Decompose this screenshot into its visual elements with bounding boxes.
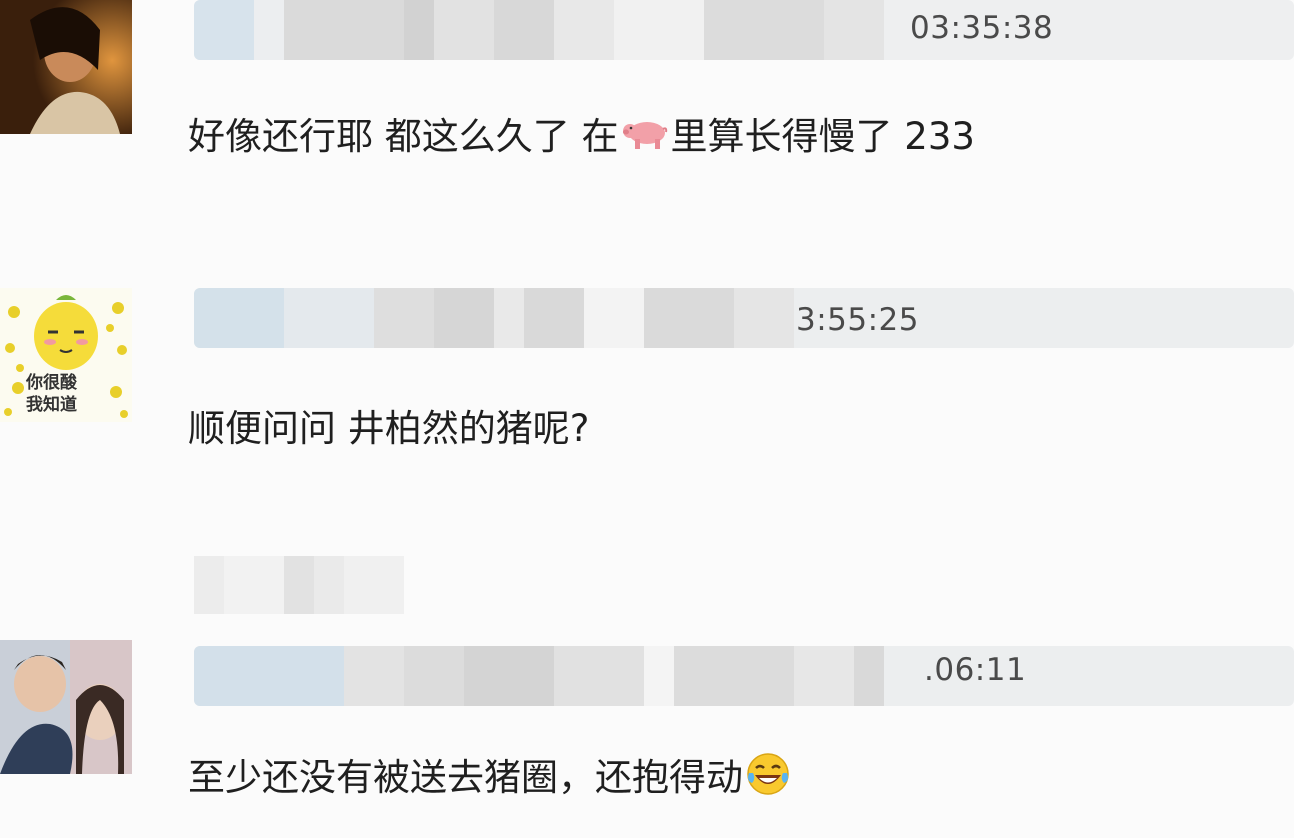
avatar-photo xyxy=(0,0,132,134)
comment-item: 03:35:38 好像还行耶 都这么久了 在 里算长得慢了 233 xyxy=(0,0,1294,200)
comment-text-part: 里算长得慢了 233 xyxy=(670,115,975,158)
avatar[interactable] xyxy=(0,640,132,774)
comment-timestamp: 3:55:25 xyxy=(796,302,920,338)
comment-text: 顺便问问 井柏然的猪呢? xyxy=(188,407,590,450)
blurred-username-bar xyxy=(194,0,1294,60)
comment-text: 好像还行耶 都这么久了 在 里算长得慢了 233 xyxy=(188,108,975,158)
avatar[interactable] xyxy=(0,0,132,134)
pig-emoji-icon xyxy=(621,113,669,153)
comment-text-part: 至少还没有被送去猪圈，还抱得动 xyxy=(188,756,743,799)
comment-item: .06:11 至少还没有被送去猪圈，还抱得动 xyxy=(0,640,1294,838)
comment-item: 你很酸 我知道 3:55:25 顺便问问 井柏然的猪呢? xyxy=(0,288,1294,488)
blurred-username-bar xyxy=(194,288,1294,348)
comment-text: 至少还没有被送去猪圈，还抱得动 xyxy=(188,748,791,800)
avatar-caption-line: 你很酸 xyxy=(26,373,77,393)
comment-feed: 03:35:38 好像还行耶 都这么久了 在 里算长得慢了 233 你很酸 我知… xyxy=(0,0,1294,838)
comment-timestamp: 03:35:38 xyxy=(910,10,1054,46)
comment-timestamp: .06:11 xyxy=(924,652,1027,688)
blurred-reply-name xyxy=(194,556,404,614)
avatar-photo xyxy=(0,640,132,774)
comment-text-part: 好像还行耶 都这么久了 在 xyxy=(188,115,619,158)
laughing-tears-emoji-icon xyxy=(745,751,791,797)
avatar-caption: 你很酸 我知道 xyxy=(26,372,77,416)
avatar-caption-line: 我知道 xyxy=(26,395,77,415)
blurred-username-bar xyxy=(194,646,1294,706)
avatar[interactable]: 你很酸 我知道 xyxy=(0,288,132,422)
